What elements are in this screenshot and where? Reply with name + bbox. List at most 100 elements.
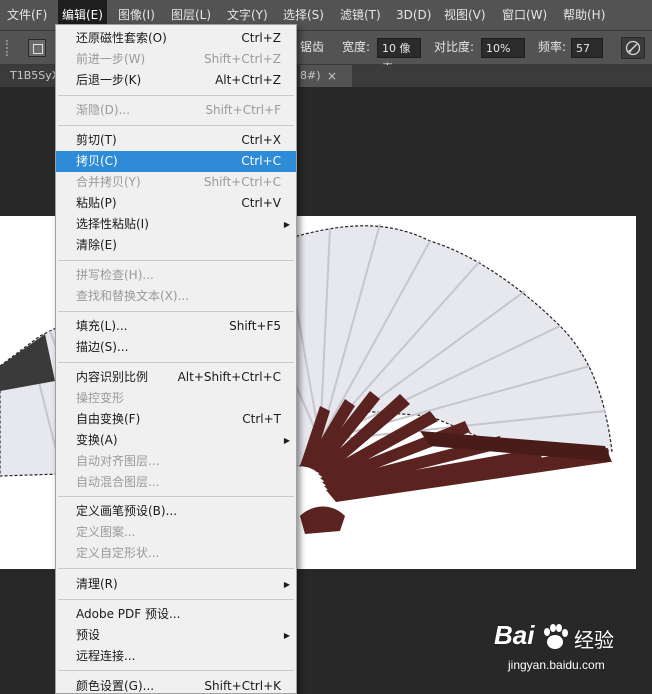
menu-item-adobe-pdf-presets[interactable]: Adobe PDF 预设... bbox=[56, 604, 296, 625]
watermark-brand-suffix: 经验 bbox=[574, 630, 614, 652]
baidu-jingyan-watermark: Bai 经验 jingyan.baidu.com bbox=[490, 618, 650, 688]
menu-item-define-brush-preset[interactable]: 定义画笔预设(B)... bbox=[56, 501, 296, 522]
menu-item-shortcut: Ctrl+X bbox=[241, 133, 281, 147]
menu-item-shortcut: Ctrl+T bbox=[242, 412, 281, 426]
paw-logo-icon bbox=[544, 624, 568, 649]
menu-item-label: 清理(R) bbox=[76, 577, 118, 591]
menu-item-label: 定义自定形状... bbox=[76, 546, 160, 560]
menu-item-puppet-warp[interactable]: 操控变形 bbox=[56, 388, 296, 409]
edit-menu-dropdown: 还原磁性套索(O) Ctrl+Z 前进一步(W) Shift+Ctrl+Z 后退… bbox=[55, 24, 297, 694]
tool-preset-picker[interactable] bbox=[28, 39, 46, 57]
menu-item-label: 预设 bbox=[76, 628, 101, 642]
menu-item-define-pattern[interactable]: 定义图案... bbox=[56, 522, 296, 543]
menu-item-label: 填充(L)... bbox=[76, 319, 128, 333]
menu-item-label: 远程连接... bbox=[76, 649, 136, 663]
menu-item-content-aware-scale[interactable]: 内容识别比例 Alt+Shift+Ctrl+C bbox=[56, 367, 296, 388]
menu-item-fill[interactable]: 填充(L)... Shift+F5 bbox=[56, 316, 296, 337]
document-tab[interactable]: T1B5SyX bbox=[10, 65, 59, 87]
menu-item-paste[interactable]: 粘贴(P) Ctrl+V bbox=[56, 193, 296, 214]
menu-item-shortcut: Alt+Ctrl+Z bbox=[215, 73, 281, 87]
menu-item-label: 内容识别比例 bbox=[76, 370, 149, 384]
menu-item-label: 拷贝(C) bbox=[76, 154, 118, 168]
menu-separator bbox=[58, 496, 294, 497]
menu-item-purge[interactable]: 清理(R) ▶ bbox=[56, 574, 296, 595]
menu-item-define-custom-shape[interactable]: 定义自定形状... bbox=[56, 543, 296, 564]
menu-item-label: 自由变换(F) bbox=[76, 412, 141, 426]
frequency-label: 频率: bbox=[538, 40, 567, 54]
menu-filter[interactable]: 滤镜(T) bbox=[340, 0, 381, 30]
menu-item-label: Adobe PDF 预设... bbox=[76, 607, 181, 621]
menu-separator bbox=[58, 599, 294, 600]
menu-item-shortcut: Ctrl+V bbox=[241, 196, 281, 210]
width-input[interactable]: 10 像素 bbox=[377, 38, 421, 75]
submenu-arrow-icon: ▶ bbox=[283, 220, 290, 229]
menu-item-label: 剪切(T) bbox=[76, 133, 117, 147]
menu-separator bbox=[58, 362, 294, 363]
menu-item-find-replace[interactable]: 查找和替换文本(X)... bbox=[56, 286, 296, 307]
menu-item-color-settings[interactable]: 颜色设置(G)... Shift+Ctrl+K bbox=[56, 676, 296, 693]
watermark-url: jingyan.baidu.com bbox=[508, 658, 605, 672]
menu-item-label: 操控变形 bbox=[76, 391, 125, 405]
menu-item-label: 颜色设置(G)... bbox=[76, 679, 155, 693]
menu-item-label: 拼写检查(H)... bbox=[76, 268, 154, 282]
menu-separator bbox=[58, 568, 294, 569]
menu-item-stroke[interactable]: 描边(S)... bbox=[56, 337, 296, 358]
menu-item-check-spelling[interactable]: 拼写检查(H)... bbox=[56, 265, 296, 286]
menu-separator bbox=[58, 670, 294, 671]
antialias-label-fragment: 锯齿 bbox=[300, 40, 325, 54]
menu-item-remote-connections[interactable]: 远程连接... bbox=[56, 646, 296, 667]
menu-window[interactable]: 窗口(W) bbox=[502, 0, 547, 30]
submenu-arrow-icon: ▶ bbox=[283, 436, 290, 445]
menu-item-label: 自动混合图层... bbox=[76, 475, 160, 489]
menu-separator bbox=[58, 125, 294, 126]
menu-item-label: 定义图案... bbox=[76, 525, 136, 539]
menu-item-label: 前进一步(W) bbox=[76, 52, 146, 66]
menu-item-undo[interactable]: 还原磁性套索(O) Ctrl+Z bbox=[56, 28, 296, 49]
menu-item-shortcut: Shift+Ctrl+C bbox=[203, 175, 281, 189]
menu-item-cut[interactable]: 剪切(T) Ctrl+X bbox=[56, 130, 296, 151]
menu-item-free-transform[interactable]: 自由变换(F) Ctrl+T bbox=[56, 409, 296, 430]
menu-item-copy-merged[interactable]: 合并拷贝(Y) Shift+Ctrl+C bbox=[56, 172, 296, 193]
menu-item-paste-special[interactable]: 选择性粘贴(I) ▶ bbox=[56, 214, 296, 235]
menu-item-clear[interactable]: 清除(E) bbox=[56, 235, 296, 256]
menu-item-step-backward[interactable]: 后退一步(K) Alt+Ctrl+Z bbox=[56, 70, 296, 91]
menu-separator bbox=[58, 311, 294, 312]
menu-item-auto-blend-layers[interactable]: 自动混合图层... bbox=[56, 472, 296, 493]
toolbar-grip[interactable] bbox=[6, 40, 14, 56]
menu-item-shortcut: Shift+Ctrl+F bbox=[205, 103, 281, 117]
menu-item-label: 还原磁性套索(O) bbox=[76, 31, 167, 45]
menu-item-shortcut: Shift+Ctrl+Z bbox=[204, 52, 281, 66]
menu-item-shortcut: Shift+F5 bbox=[229, 319, 281, 333]
pen-pressure-button[interactable] bbox=[621, 37, 645, 59]
menu-separator bbox=[58, 95, 294, 96]
menu-item-label: 变换(A) bbox=[76, 433, 118, 447]
menu-item-step-forward[interactable]: 前进一步(W) Shift+Ctrl+Z bbox=[56, 49, 296, 70]
menu-item-label: 选择性粘贴(I) bbox=[76, 217, 149, 231]
menu-item-transform[interactable]: 变换(A) ▶ bbox=[56, 430, 296, 451]
menu-item-shortcut: Ctrl+Z bbox=[241, 31, 281, 45]
menu-item-label: 查找和替换文本(X)... bbox=[76, 289, 190, 303]
width-label: 宽度: bbox=[342, 40, 371, 54]
menu-item-shortcut: Ctrl+C bbox=[241, 154, 281, 168]
active-tab-title-fragment: 8#) bbox=[300, 69, 321, 82]
menu-separator bbox=[58, 260, 294, 261]
menu-item-copy[interactable]: 拷贝(C) Ctrl+C bbox=[56, 151, 296, 172]
menu-help[interactable]: 帮助(H) bbox=[563, 0, 605, 30]
menu-view[interactable]: 视图(V) bbox=[444, 0, 486, 30]
menu-item-label: 自动对齐图层... bbox=[76, 454, 160, 468]
frequency-input[interactable]: 57 bbox=[571, 38, 603, 58]
menu-item-label: 合并拷贝(Y) bbox=[76, 175, 141, 189]
menu-item-shortcut: Alt+Shift+Ctrl+C bbox=[177, 370, 281, 384]
menu-item-label: 渐隐(D)... bbox=[76, 103, 131, 117]
contrast-label: 对比度: bbox=[434, 40, 475, 54]
contrast-input[interactable]: 10% bbox=[481, 38, 525, 58]
menu-item-auto-align-layers[interactable]: 自动对齐图层... bbox=[56, 451, 296, 472]
watermark-brand: Bai bbox=[494, 620, 535, 650]
menu-file[interactable]: 文件(F) bbox=[7, 0, 47, 30]
close-tab-icon[interactable]: × bbox=[327, 65, 337, 87]
menu-item-fade[interactable]: 渐隐(D)... Shift+Ctrl+F bbox=[56, 100, 296, 121]
menu-item-label: 描边(S)... bbox=[76, 340, 129, 354]
menu-3d[interactable]: 3D(D) bbox=[396, 0, 431, 30]
menu-item-presets[interactable]: 预设 ▶ bbox=[56, 625, 296, 646]
menu-item-label: 后退一步(K) bbox=[76, 73, 142, 87]
